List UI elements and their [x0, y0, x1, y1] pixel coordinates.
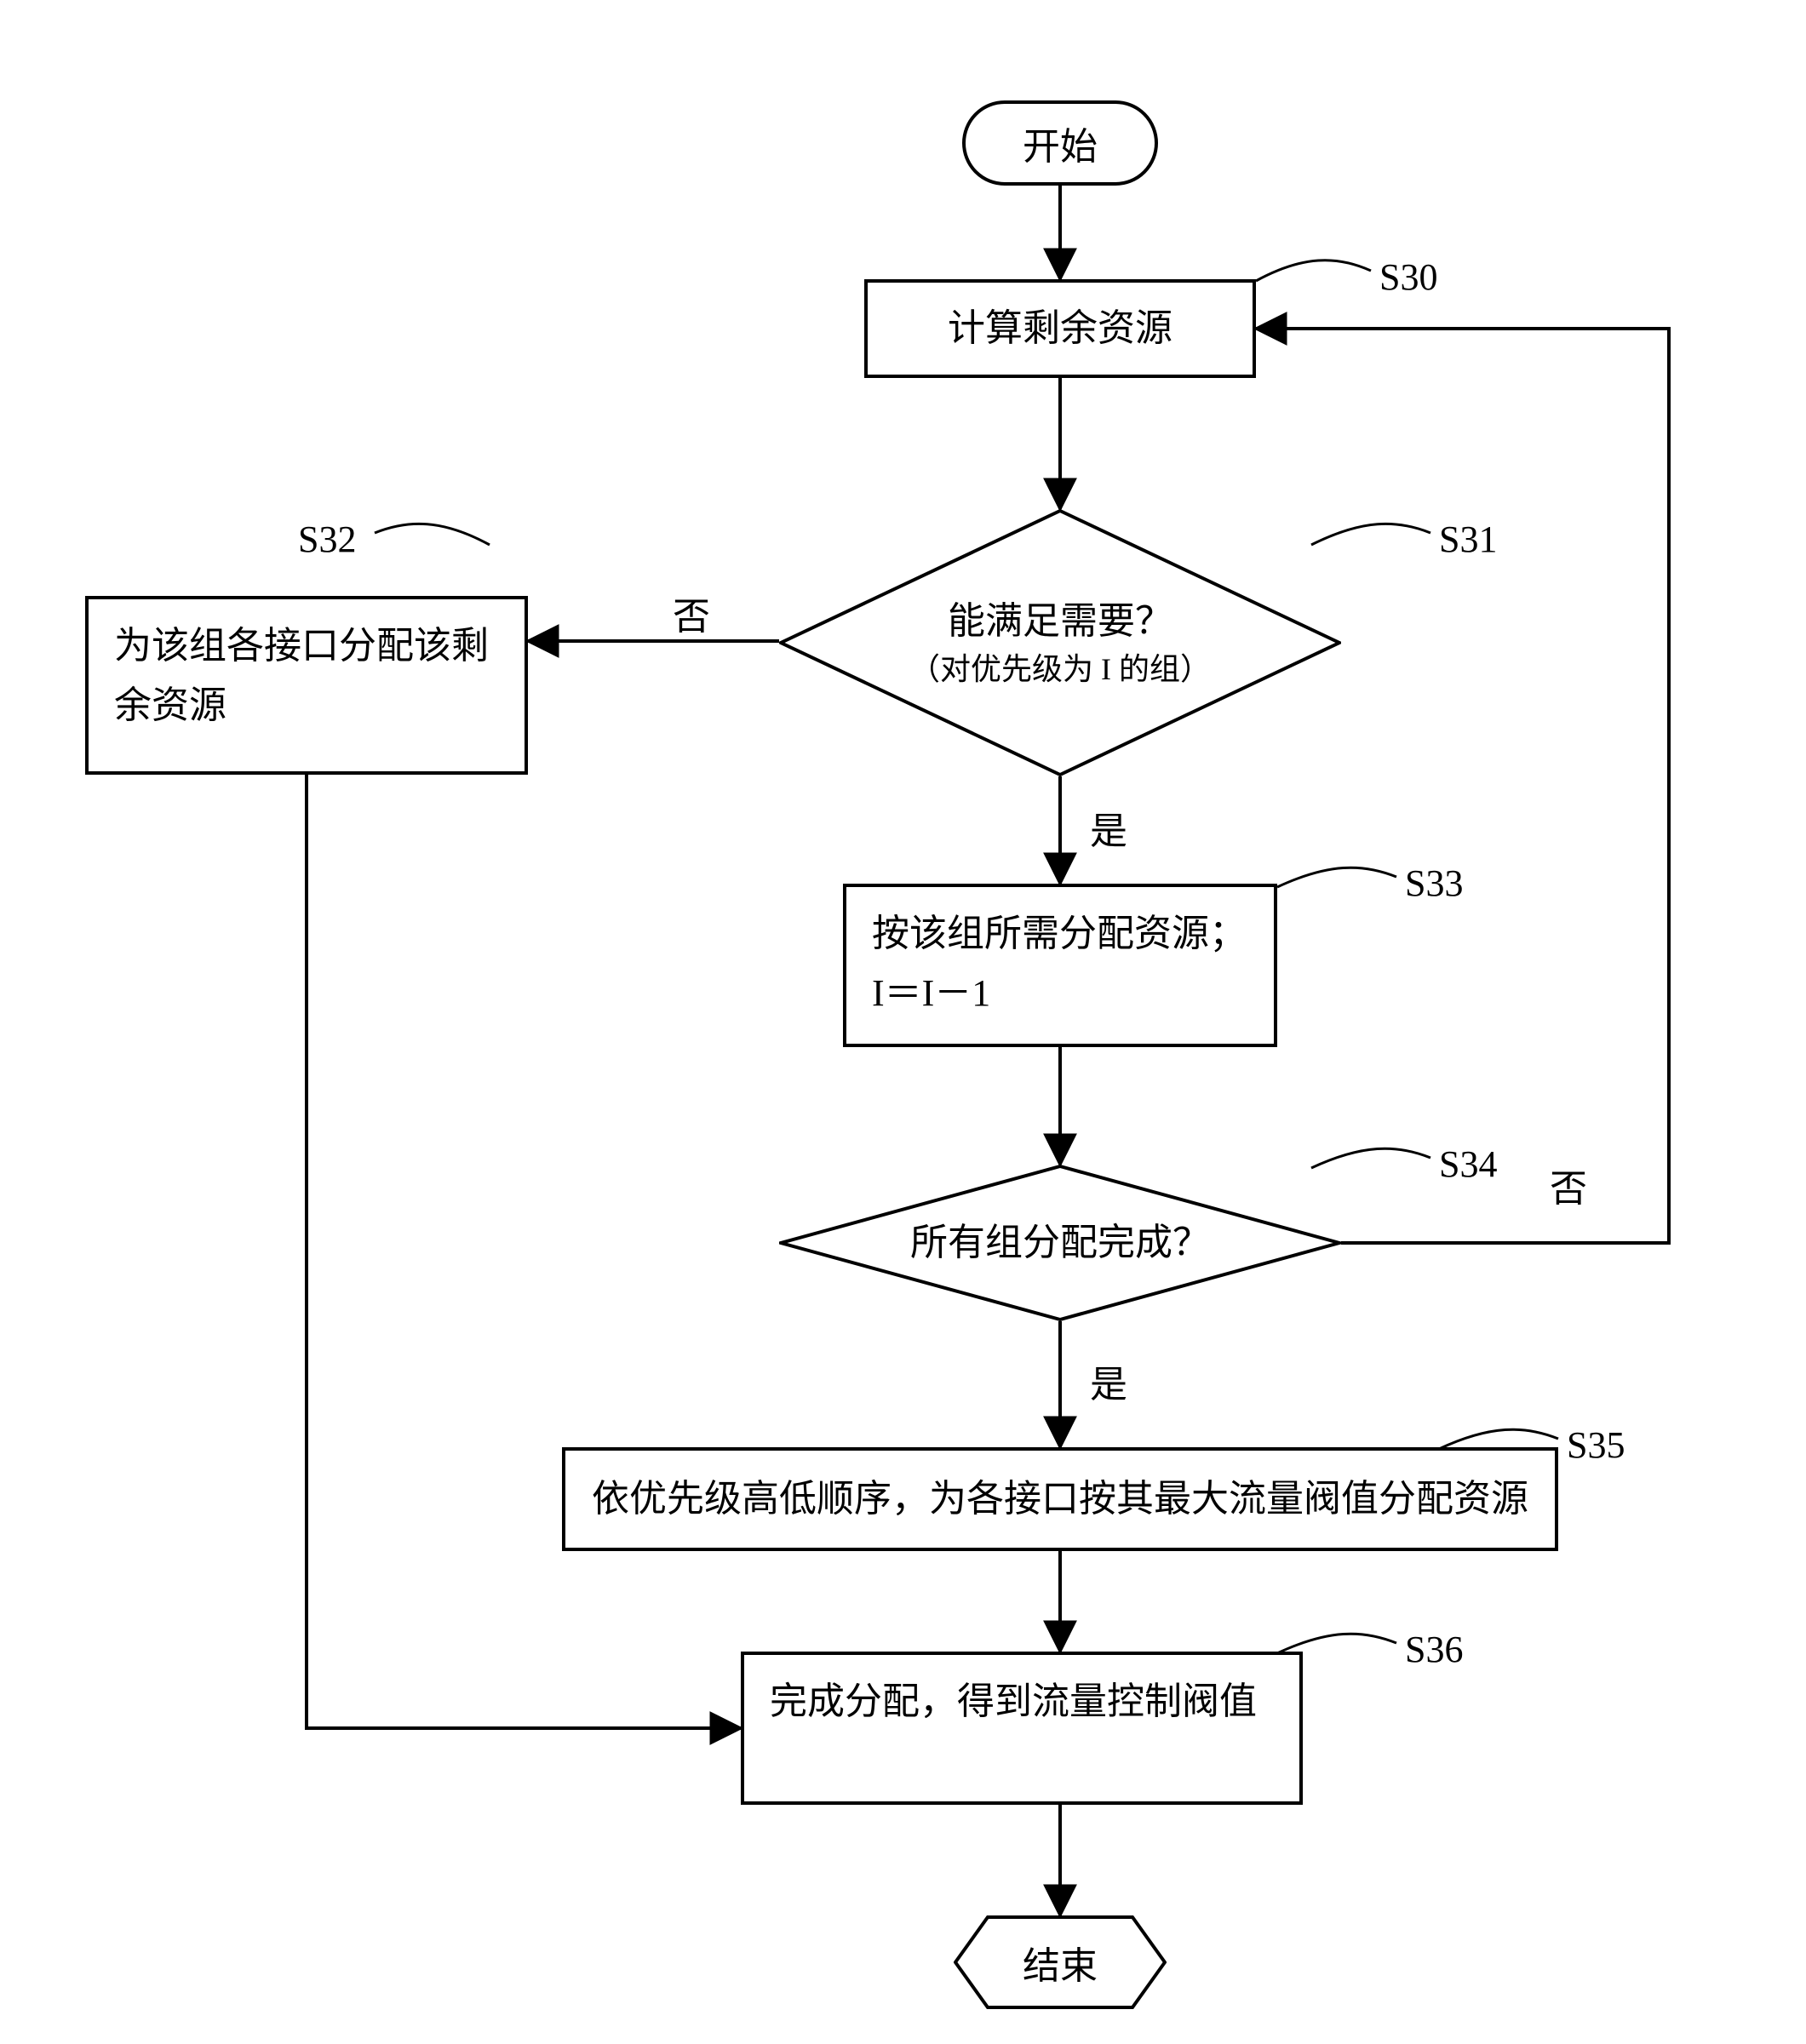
- flowchart-canvas: 开始 计算剩余资源 S30 能满足需要？ （对优先级为 I 的组） S31 否 …: [0, 0, 1806, 2044]
- s35-text: 依优先级高低顺序，为各接口按其最大流量阀值分配资源: [592, 1469, 1528, 1529]
- s34-text: 所有组分配完成？: [910, 1217, 1210, 1269]
- s33-line1: 按该组所需分配资源；: [872, 904, 1248, 964]
- terminator-end-label: 结束: [1023, 1935, 1098, 1990]
- step-id-s30: S30: [1379, 255, 1437, 299]
- step-id-s36: S36: [1405, 1628, 1463, 1671]
- process-s32: 为该组各接口分配该剩余资源: [85, 596, 528, 775]
- step-id-s35: S35: [1567, 1423, 1625, 1467]
- terminator-end: 结束: [954, 1915, 1167, 2009]
- s31-main: 能满足需要？: [948, 595, 1172, 648]
- terminator-start: 开始: [962, 100, 1158, 186]
- s31-sub: （对优先级为 I 的组）: [909, 648, 1211, 690]
- terminator-start-label: 开始: [1023, 116, 1098, 170]
- label-s31-yes: 是: [1090, 800, 1127, 855]
- decision-s31: 能满足需要？ （对优先级为 I 的组）: [779, 509, 1341, 776]
- s33-line2: I＝I－1: [872, 964, 1248, 1023]
- label-s34-no: 否: [1550, 1158, 1587, 1212]
- s32-text: 为该组各接口分配该剩余资源: [114, 625, 489, 726]
- s30-text: 计算剩余资源: [948, 299, 1172, 358]
- process-s35: 依优先级高低顺序，为各接口按其最大流量阀值分配资源: [562, 1447, 1558, 1551]
- process-s36: 完成分配，得到流量控制阀值: [741, 1652, 1303, 1805]
- step-id-s34: S34: [1439, 1142, 1497, 1186]
- label-s34-yes: 是: [1090, 1354, 1127, 1408]
- decision-s34: 所有组分配完成？: [779, 1165, 1341, 1321]
- s36-text: 完成分配，得到流量控制阀值: [770, 1680, 1257, 1722]
- process-s33: 按该组所需分配资源； I＝I－1: [843, 884, 1277, 1047]
- process-s30: 计算剩余资源: [864, 279, 1256, 378]
- step-id-s31: S31: [1439, 518, 1497, 561]
- step-id-s33: S33: [1405, 862, 1463, 905]
- step-id-s32: S32: [298, 518, 356, 561]
- label-s31-no: 否: [673, 586, 710, 640]
